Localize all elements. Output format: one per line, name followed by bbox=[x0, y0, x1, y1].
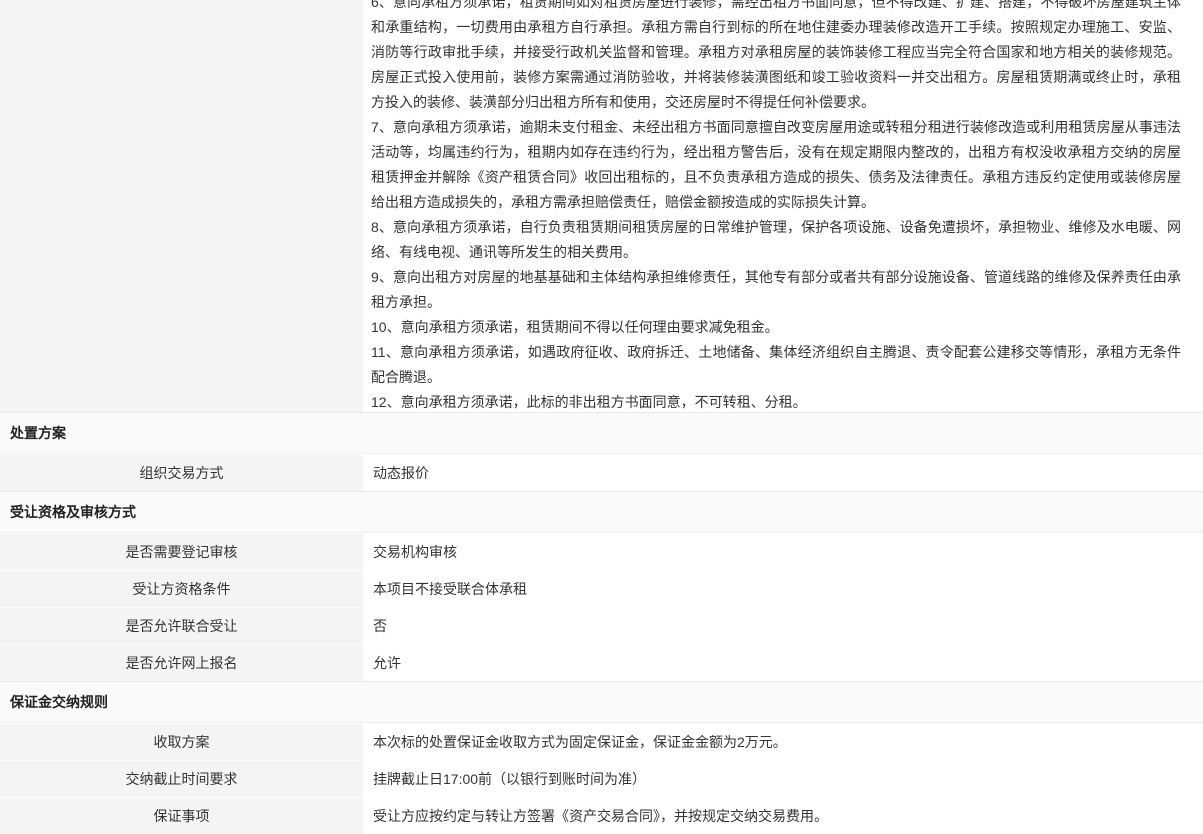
terms-paragraph: 11、意向承租方须承诺，如遇政府征收、政府拆迁、土地储备、集体经济组织自主腾退、… bbox=[371, 340, 1181, 390]
row-value: 本次标的处置保证金收取方式为固定保证金，保证金金额为2万元。 bbox=[363, 724, 1203, 760]
table-row: 收取方案本次标的处置保证金收取方式为固定保证金，保证金金额为2万元。 bbox=[0, 724, 1203, 760]
row-label: 保证事项 bbox=[0, 798, 363, 834]
section-title: 受让资格及审核方式 bbox=[10, 502, 136, 522]
terms-paragraph: 7、意向承租方须承诺，逾期未支付租金、未经出租方书面同意擅自改变房屋用途或转租分… bbox=[371, 115, 1181, 215]
row-label: 受让方资格条件 bbox=[0, 571, 363, 607]
listing-detail-table: 6、意向承租方须承诺，租赁期间如对租赁房屋进行装修，需经出租方书面同意，但不得改… bbox=[0, 0, 1203, 834]
row-value: 受让方应按约定与转让方签署《资产交易合同》，并按规定交纳交易费用。 bbox=[363, 798, 1203, 834]
terms-label-cell bbox=[0, 0, 363, 412]
row-value: 本项目不接受联合体承租 bbox=[363, 571, 1203, 607]
terms-paragraph: 10、意向承租方须承诺，租赁期间不得以任何理由要求减免租金。 bbox=[371, 315, 1181, 340]
table-row: 是否允许网上报名允许 bbox=[0, 645, 1203, 681]
row-value: 挂牌截止日17:00前（以银行到账时间为准） bbox=[363, 761, 1203, 797]
table-row: 交纳截止时间要求挂牌截止日17:00前（以银行到账时间为准） bbox=[0, 761, 1203, 797]
row-label: 组织交易方式 bbox=[0, 455, 363, 491]
terms-text-block: 6、意向承租方须承诺，租赁期间如对租赁房屋进行装修，需经出租方书面同意，但不得改… bbox=[363, 0, 1203, 412]
terms-paragraph: 8、意向承租方须承诺，自行负责租赁期间租赁房屋的日常维护管理，保护各项设施、设备… bbox=[371, 215, 1181, 265]
terms-paragraph: 12、意向承租方须承诺，此标的非出租方书面同意，不可转租、分租。 bbox=[371, 390, 1181, 412]
table-row: 组织交易方式动态报价 bbox=[0, 455, 1203, 491]
row-value: 允许 bbox=[363, 645, 1203, 681]
row-label: 交纳截止时间要求 bbox=[0, 761, 363, 797]
row-value: 否 bbox=[363, 608, 1203, 644]
section-header: 受让资格及审核方式 bbox=[0, 491, 1203, 533]
row-label: 是否需要登记审核 bbox=[0, 534, 363, 570]
detail-sections: 处置方案组织交易方式动态报价受让资格及审核方式是否需要登记审核交易机构审核受让方… bbox=[0, 412, 1203, 834]
table-row: 是否允许联合受让否 bbox=[0, 608, 1203, 644]
row-label: 收取方案 bbox=[0, 724, 363, 760]
section-title: 保证金交纳规则 bbox=[10, 692, 108, 712]
section-header: 保证金交纳规则 bbox=[0, 681, 1203, 723]
table-row: 受让方资格条件本项目不接受联合体承租 bbox=[0, 571, 1203, 607]
section-title: 处置方案 bbox=[10, 423, 66, 443]
row-label: 是否允许网上报名 bbox=[0, 645, 363, 681]
terms-paragraphs: 6、意向承租方须承诺，租赁期间如对租赁房屋进行装修，需经出租方书面同意，但不得改… bbox=[371, 0, 1181, 412]
terms-paragraph: 9、意向出租方对房屋的地基基础和主体结构承担维修责任，其他专有部分或者共有部分设… bbox=[371, 265, 1181, 315]
section-header: 处置方案 bbox=[0, 412, 1203, 454]
terms-paragraph: 6、意向承租方须承诺，租赁期间如对租赁房屋进行装修，需经出租方书面同意，但不得改… bbox=[371, 0, 1181, 115]
table-row: 保证事项受让方应按约定与转让方签署《资产交易合同》，并按规定交纳交易费用。 bbox=[0, 798, 1203, 834]
row-label: 是否允许联合受让 bbox=[0, 608, 363, 644]
row-value: 动态报价 bbox=[363, 455, 1203, 491]
table-row: 是否需要登记审核交易机构审核 bbox=[0, 534, 1203, 570]
row-value: 交易机构审核 bbox=[363, 534, 1203, 570]
terms-row: 6、意向承租方须承诺，租赁期间如对租赁房屋进行装修，需经出租方书面同意，但不得改… bbox=[0, 0, 1203, 412]
